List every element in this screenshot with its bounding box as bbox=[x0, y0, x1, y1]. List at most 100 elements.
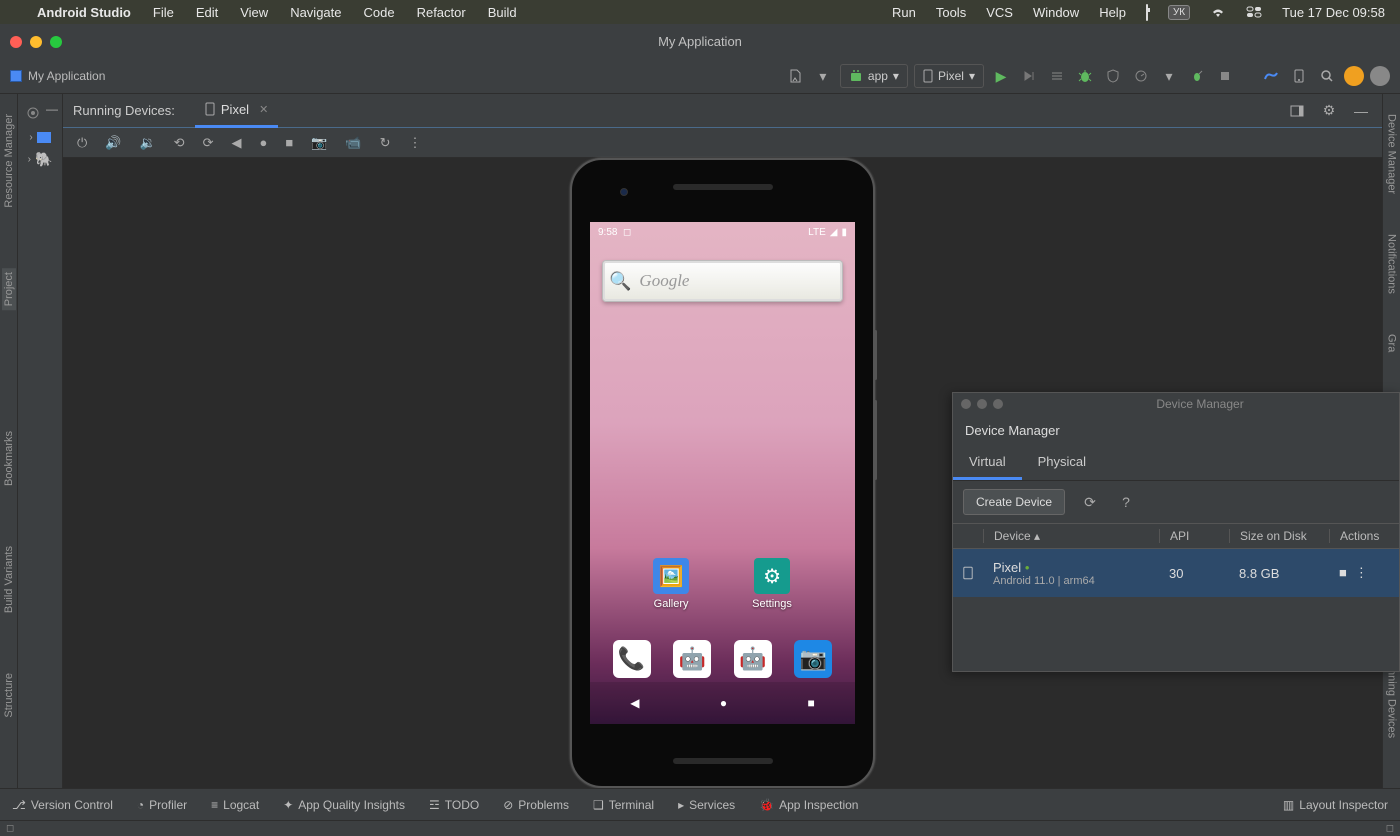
tool-bookmarks[interactable]: Bookmarks bbox=[3, 431, 15, 486]
tool-layout-inspector[interactable]: ▥Layout Inspector bbox=[1283, 798, 1388, 812]
panel-max-dot[interactable] bbox=[993, 399, 1003, 409]
apply-changes-icon[interactable] bbox=[1018, 65, 1040, 87]
tree-chevron-icon[interactable]: › bbox=[28, 154, 31, 165]
tab-virtual[interactable]: Virtual bbox=[953, 446, 1022, 480]
dock-messages[interactable]: 🤖 bbox=[673, 640, 711, 678]
menu-vcs[interactable]: VCS bbox=[986, 5, 1013, 20]
menu-run[interactable]: Run bbox=[892, 5, 916, 20]
reload-icon[interactable]: ↻ bbox=[380, 135, 391, 151]
menubar-appname[interactable]: Android Studio bbox=[37, 5, 131, 20]
back-icon[interactable]: ◀ bbox=[231, 135, 241, 151]
emulator-screen[interactable]: 9:58 ◻ LTE◢▮ 🔍 Google 🖼️ Gallery ⚙ bbox=[590, 222, 855, 724]
tool-gradle[interactable]: Gra bbox=[1386, 334, 1398, 352]
device-selector[interactable]: Pixel ▾ bbox=[914, 64, 984, 88]
control-center-icon[interactable] bbox=[1246, 6, 1262, 18]
volume-down-icon[interactable]: 🔉 bbox=[139, 135, 155, 151]
profile-icon[interactable] bbox=[1130, 65, 1152, 87]
tool-logcat[interactable]: ≡Logcat bbox=[211, 798, 259, 812]
minimize-window-button[interactable] bbox=[30, 36, 42, 48]
nav-overview-icon[interactable]: ■ bbox=[808, 696, 815, 710]
tab-physical[interactable]: Physical bbox=[1022, 446, 1102, 480]
status-left-icon[interactable]: ◻ bbox=[6, 823, 14, 834]
home-icon[interactable]: ● bbox=[259, 135, 267, 150]
menu-window[interactable]: Window bbox=[1033, 5, 1079, 20]
col-size[interactable]: Size on Disk bbox=[1229, 529, 1329, 543]
rotate-left-icon[interactable]: ⟲ bbox=[174, 135, 185, 151]
nav-home-icon[interactable]: ● bbox=[720, 696, 727, 710]
apply-code-changes-icon[interactable] bbox=[1046, 65, 1068, 87]
tool-terminal[interactable]: ❑Terminal bbox=[593, 798, 654, 812]
menu-tools[interactable]: Tools bbox=[936, 5, 966, 20]
tool-problems[interactable]: ⊘Problems bbox=[503, 798, 569, 812]
tool-structure[interactable]: Structure bbox=[3, 673, 15, 718]
menu-edit[interactable]: Edit bbox=[196, 5, 218, 20]
record-icon[interactable]: 📹 bbox=[345, 135, 361, 151]
attach-debugger-icon[interactable] bbox=[1186, 65, 1208, 87]
collapse-icon[interactable]: — bbox=[46, 102, 58, 124]
menu-refactor[interactable]: Refactor bbox=[417, 5, 466, 20]
tool-notifications[interactable]: Notifications bbox=[1386, 234, 1398, 294]
app-settings[interactable]: ⚙ Settings bbox=[752, 558, 792, 610]
wifi-icon[interactable] bbox=[1210, 6, 1226, 18]
volume-up-icon[interactable]: 🔊 bbox=[105, 135, 121, 151]
menu-navigate[interactable]: Navigate bbox=[290, 5, 341, 20]
create-device-button[interactable]: Create Device bbox=[963, 489, 1065, 515]
menu-view[interactable]: View bbox=[240, 5, 268, 20]
stop-button[interactable] bbox=[1214, 65, 1236, 87]
folder-icon[interactable] bbox=[37, 132, 51, 143]
tool-services[interactable]: ▸Services bbox=[678, 798, 735, 812]
search-button[interactable] bbox=[1316, 65, 1338, 87]
sync-gradle-icon[interactable] bbox=[1260, 65, 1282, 87]
tool-resource-manager[interactable]: Resource Manager bbox=[3, 114, 15, 208]
tool-device-manager[interactable]: Device Manager bbox=[1386, 114, 1398, 194]
more-icon[interactable]: ⋮ bbox=[408, 135, 421, 151]
panel-min-dot[interactable] bbox=[977, 399, 987, 409]
col-actions[interactable]: Actions bbox=[1329, 529, 1399, 543]
menu-help[interactable]: Help bbox=[1099, 5, 1126, 20]
run-button[interactable]: ▶ bbox=[990, 65, 1012, 87]
coverage-icon[interactable] bbox=[1102, 65, 1124, 87]
col-device[interactable]: Device ▴ bbox=[983, 529, 1159, 543]
dock-phone[interactable]: 📞 bbox=[613, 640, 651, 678]
close-tab-icon[interactable]: ✕ bbox=[259, 103, 268, 116]
close-window-button[interactable] bbox=[10, 36, 22, 48]
screenshot-icon[interactable]: 📷 bbox=[311, 135, 327, 151]
device-more-icon[interactable]: ⋮ bbox=[1355, 565, 1368, 581]
tool-app-inspection[interactable]: 🐞App Inspection bbox=[759, 798, 858, 812]
tool-profiler[interactable]: ◔Profiler bbox=[137, 798, 187, 812]
breadcrumb[interactable]: My Application bbox=[10, 69, 105, 83]
menu-file[interactable]: File bbox=[153, 5, 174, 20]
device-manager-icon[interactable] bbox=[1288, 65, 1310, 87]
google-search-widget[interactable]: 🔍 Google bbox=[602, 260, 843, 302]
overview-icon[interactable]: ■ bbox=[285, 135, 293, 150]
stop-device-icon[interactable]: ■ bbox=[1339, 565, 1347, 581]
tool-app-quality[interactable]: ✦App Quality Insights bbox=[283, 798, 405, 812]
module-selector[interactable]: app ▾ bbox=[840, 64, 908, 88]
gradle-script-icon[interactable]: 🐘 bbox=[35, 151, 52, 168]
tool-version-control[interactable]: ⎇Version Control bbox=[12, 798, 113, 812]
window-mode-icon[interactable] bbox=[1286, 100, 1308, 122]
device-tab-pixel[interactable]: Pixel ✕ bbox=[195, 94, 278, 128]
tool-build-variants[interactable]: Build Variants bbox=[3, 546, 15, 613]
device-row-pixel[interactable]: Pixel • Android 11.0 | arm64 30 8.8 GB ■… bbox=[953, 549, 1399, 597]
build-make-icon[interactable] bbox=[784, 65, 806, 87]
app-gallery[interactable]: 🖼️ Gallery bbox=[653, 558, 689, 610]
gear-icon[interactable]: ⚙ bbox=[1318, 100, 1340, 122]
tool-project[interactable]: Project bbox=[2, 268, 16, 310]
account-icon[interactable] bbox=[1370, 66, 1390, 86]
rotate-right-icon[interactable]: ⟳ bbox=[203, 135, 214, 151]
input-source-badge[interactable]: УК bbox=[1168, 5, 1190, 20]
tool-todo[interactable]: ☲TODO bbox=[429, 798, 479, 812]
dock-camera[interactable]: 📷 bbox=[794, 640, 832, 678]
status-right-icon[interactable]: ◻ bbox=[1386, 823, 1394, 834]
ide-update-icon[interactable] bbox=[1344, 66, 1364, 86]
panel-close-dot[interactable] bbox=[961, 399, 971, 409]
dock-apps[interactable]: 🤖 bbox=[734, 640, 772, 678]
tree-chevron-icon[interactable]: › bbox=[29, 132, 32, 143]
menu-build[interactable]: Build bbox=[488, 5, 517, 20]
menu-code[interactable]: Code bbox=[364, 5, 395, 20]
zoom-window-button[interactable] bbox=[50, 36, 62, 48]
dropdown-arrow-icon[interactable]: ▾ bbox=[812, 65, 834, 87]
minimize-panel-icon[interactable]: — bbox=[1350, 100, 1372, 122]
debug-button[interactable] bbox=[1074, 65, 1096, 87]
